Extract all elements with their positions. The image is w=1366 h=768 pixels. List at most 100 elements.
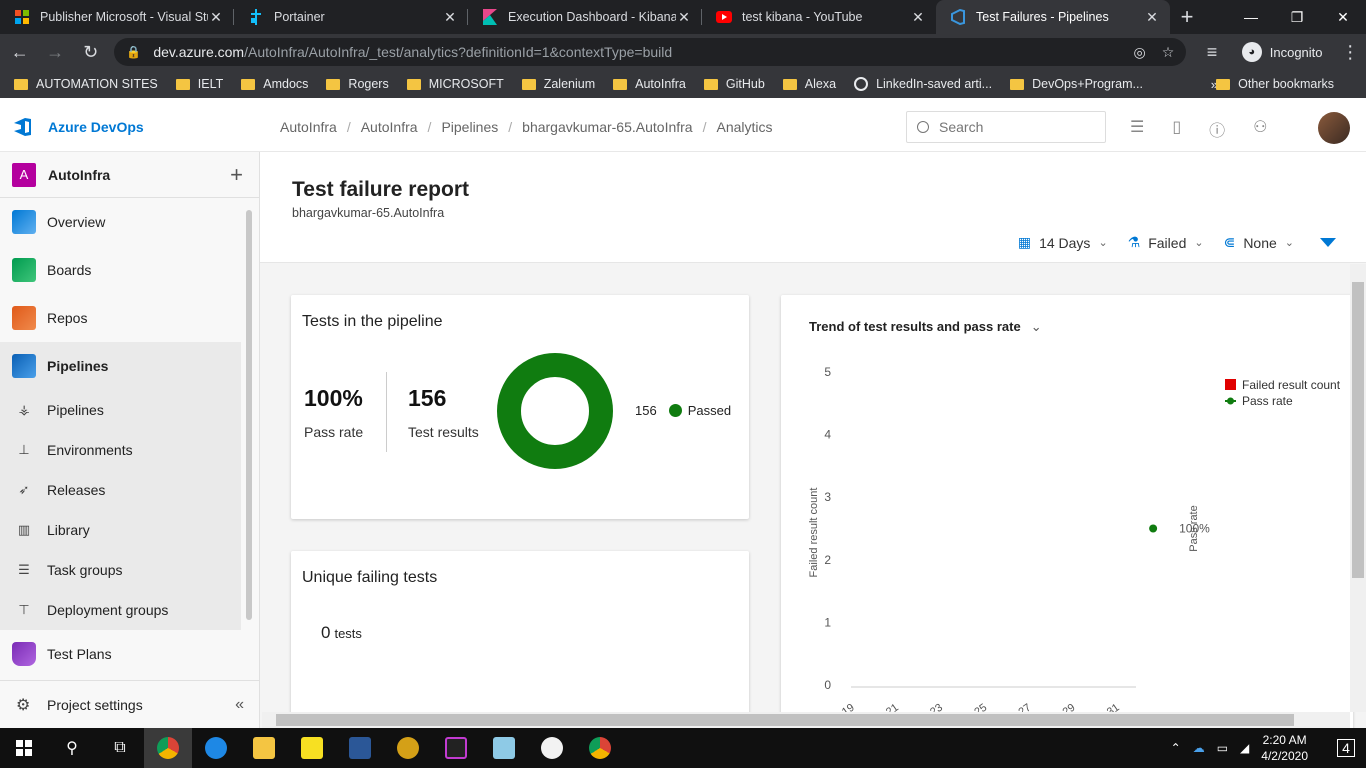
bookmark-folder[interactable]: Alexa [782,77,836,91]
period-filter[interactable]: ▦ 14 Days ⌄ [1018,234,1108,251]
incognito-indicator[interactable]: ◕ Incognito [1241,42,1323,62]
browser-tab[interactable]: test kibana - YouTube ✕ [702,0,936,34]
add-icon[interactable]: + [230,162,243,188]
cookie-blocked-icon[interactable]: ◎ [1134,44,1146,61]
search-input[interactable]: Search [906,111,1106,143]
user-settings-icon[interactable]: ⚇ [1253,117,1267,141]
menu-icon[interactable]: ⋮ [1335,36,1366,68]
sub-item-releases[interactable]: ➶ Releases [0,470,241,510]
bookmark-star-icon[interactable]: ☆ [1162,44,1175,61]
outcome-filter[interactable]: ⚗ Failed ⌄ [1128,234,1204,251]
chrome-taskbar-icon-2[interactable] [576,728,624,768]
help-icon[interactable]: ⓘ [1209,117,1225,141]
nav-item-repos[interactable]: Repos [0,294,259,342]
bookmark-link[interactable]: LinkedIn-saved arti... [854,77,992,91]
bookmark-folder[interactable]: Amdocs [241,77,308,91]
passed-donut-chart[interactable] [496,352,614,470]
file-explorer-icon[interactable] [240,728,288,768]
notepad-icon[interactable] [480,728,528,768]
folder-icon [521,78,536,90]
failing-count: 0 tests [321,623,362,643]
minimize-button[interactable]: — [1228,0,1274,34]
collapse-nav-icon[interactable]: « [235,696,244,714]
page-subtitle: bhargavkumar-65.AutoInfra [292,206,445,220]
browser-tab[interactable]: Portainer ✕ [234,0,468,34]
nav-item-test-plans[interactable]: Test Plans [0,630,259,678]
horizontal-scrollbar[interactable] [262,712,1350,728]
filter-funnel-button[interactable] [1320,238,1336,247]
bookmark-folder[interactable]: GitHub [703,77,765,91]
close-tab-icon[interactable]: ✕ [442,9,458,26]
breadcrumb-item[interactable]: Analytics [706,119,782,135]
scroll-thumb[interactable] [276,714,1294,726]
trend-chart-title[interactable]: Trend of test results and pass rate ⌄ [809,319,1042,335]
brand[interactable]: Azure DevOps [12,116,262,138]
close-tab-icon[interactable]: ✕ [208,9,224,26]
close-tab-icon[interactable]: ✕ [1144,9,1160,26]
marketplace-bag-icon[interactable]: ▯ [1172,117,1181,141]
bookmark-folder[interactable]: Rogers [326,77,389,91]
breadcrumb-item[interactable]: AutoInfra [270,119,347,135]
forward-button[interactable]: → [39,36,70,68]
close-tab-icon[interactable]: ✕ [676,9,692,26]
notifications-icon[interactable]: 4 [1326,728,1366,768]
group-by-filter[interactable]: ⋐ None ⌄ [1224,234,1294,251]
search-icon[interactable]: ⚲ [48,728,96,768]
new-tab-button[interactable]: + [1170,0,1204,34]
breadcrumb-item[interactable]: Pipelines [431,119,508,135]
sticky-notes-icon[interactable] [288,728,336,768]
y-tick-label: 0 [824,678,831,692]
legend-count: 156 [635,403,657,418]
paint-icon[interactable] [528,728,576,768]
onedrive-cloud-icon[interactable]: ☁ [1193,741,1205,755]
powershell-icon[interactable] [336,728,384,768]
avatar[interactable] [1318,112,1350,144]
chevron-up-icon[interactable]: ⌃ [1171,741,1181,755]
nav-item-boards[interactable]: Boards [0,246,259,294]
lock-icon: 🔒 [126,45,142,59]
browser-tab[interactable]: Publisher Microsoft - Visual Stu ✕ [0,0,234,34]
nav-item-pipelines[interactable]: Pipelines [0,342,241,390]
battery-icon[interactable]: ▭ [1217,741,1228,755]
wifi-icon[interactable]: ◢ [1240,741,1249,755]
maximize-button[interactable]: ❐ [1274,0,1320,34]
back-button[interactable]: ← [4,36,35,68]
project-selector[interactable]: A AutoInfra + [0,152,259,198]
browser-tab[interactable]: Execution Dashboard - Kibana ✕ [468,0,702,34]
browser-tab-active[interactable]: Test Failures - Pipelines ✕ [936,0,1170,34]
bookmark-folder[interactable]: AutoInfra [613,77,686,91]
sub-item-environments[interactable]: ⊥ Environments [0,430,241,470]
bookmark-folder[interactable]: Zalenium [521,77,595,91]
breadcrumb-item[interactable]: bhargavkumar-65.AutoInfra [512,119,702,135]
start-button[interactable] [0,728,48,768]
intellij-icon[interactable] [432,728,480,768]
edge-taskbar-icon[interactable] [192,728,240,768]
eclipse-icon[interactable] [384,728,432,768]
nav-scrollbar[interactable] [246,210,252,620]
address-bar[interactable]: 🔒 dev.azure.com/AutoInfra/AutoInfra/_tes… [114,38,1187,66]
folder-icon [406,78,421,90]
other-bookmarks[interactable]: Other bookmarks [1216,77,1334,91]
scroll-thumb[interactable] [1352,282,1364,578]
card-title: Tests in the pipeline [302,313,443,330]
sub-item-deployment-groups[interactable]: ⊤ Deployment groups [0,590,241,630]
close-window-button[interactable]: ✕ [1320,0,1366,34]
bookmark-folder[interactable]: IELT [175,77,223,91]
nav-item-overview[interactable]: Overview [0,198,259,246]
sub-item-task-groups[interactable]: ☰ Task groups [0,550,241,590]
bookmark-folder[interactable]: AUTOMATION SITES [14,77,158,91]
bookmark-folder[interactable]: DevOps+Program... [1010,77,1143,91]
close-tab-icon[interactable]: ✕ [910,9,926,26]
clock[interactable]: 2:20 AM 4/2/2020 [1261,732,1308,764]
vertical-scrollbar[interactable] [1350,264,1366,712]
sub-item-pipelines[interactable]: ⚶ Pipelines [0,390,241,430]
chrome-taskbar-icon[interactable] [144,728,192,768]
breadcrumb-item[interactable]: AutoInfra [351,119,428,135]
work-items-icon[interactable]: ☰ [1130,117,1144,141]
sub-item-library[interactable]: ▥ Library [0,510,241,550]
task-view-icon[interactable]: ⧉ [96,728,144,768]
reading-list-icon[interactable]: ≡ [1196,36,1227,68]
reload-button[interactable]: ↻ [75,36,106,68]
project-settings[interactable]: ⚙ Project settings « [0,680,260,728]
bookmark-folder[interactable]: MICROSOFT [406,77,504,91]
